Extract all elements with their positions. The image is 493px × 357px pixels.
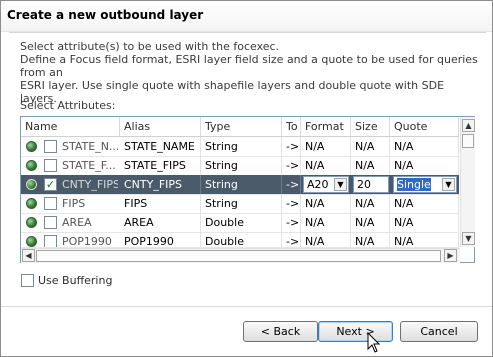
column-header-to[interactable]: To [282, 117, 301, 136]
column-header-format[interactable]: Format [301, 117, 351, 136]
arrow-up-icon[interactable]: ▲ [462, 119, 475, 132]
table-row[interactable]: STATE_N... STATE_NAME String -> N/A N/A … [21, 137, 459, 157]
row-checkbox[interactable]: ✓ [44, 178, 57, 191]
row-alias[interactable]: STATE_FIPS [120, 156, 201, 175]
next-button[interactable]: Next > [318, 321, 393, 342]
table-row[interactable]: FIPS FIPS String -> N/A N/A N/A [21, 194, 459, 214]
column-header-type[interactable]: Type [201, 117, 282, 136]
row-to: -> [282, 137, 301, 156]
row-quote[interactable]: N/A [390, 213, 459, 232]
green-globe-icon [26, 217, 37, 228]
row-format[interactable]: N/A [301, 194, 351, 213]
row-checkbox[interactable] [44, 140, 57, 153]
chevron-down-icon[interactable]: ▼ [334, 178, 347, 191]
row-name: AREA [62, 216, 92, 229]
row-size[interactable]: N/A [351, 194, 390, 213]
row-type: String [201, 137, 282, 156]
use-buffering-checkbox[interactable] [21, 274, 34, 287]
row-alias[interactable]: CNTY_FIPS [120, 175, 201, 194]
row-alias[interactable]: STATE_NAME [120, 137, 201, 156]
column-header-quote[interactable]: Quote [390, 117, 459, 136]
row-type: Double [201, 213, 282, 232]
row-quote[interactable]: N/A [390, 194, 459, 213]
description: Select attribute(s) to be used with the … [20, 40, 480, 105]
attributes-grid: Name Alias Type To Format Size Quote STA… [20, 116, 475, 263]
row-quote[interactable]: N/A [390, 232, 459, 247]
row-quote[interactable]: N/A [390, 156, 459, 175]
row-name: STATE_F... [62, 159, 116, 172]
description-line: Select attribute(s) to be used with the … [20, 40, 280, 53]
row-checkbox[interactable] [44, 197, 57, 210]
row-format[interactable]: N/A [301, 213, 351, 232]
quote-dropdown[interactable]: Single ▼ [393, 176, 457, 193]
row-checkbox[interactable] [44, 235, 57, 247]
grid-header: Name Alias Type To Format Size Quote [21, 117, 459, 137]
back-button[interactable]: < Back [243, 321, 318, 342]
row-type: String [201, 175, 282, 194]
horizontal-scroll-thumb[interactable] [36, 250, 441, 262]
dialog-title: Create a new outbound layer [7, 8, 204, 22]
column-header-alias[interactable]: Alias [120, 117, 201, 136]
row-size[interactable]: N/A [351, 213, 390, 232]
vertical-scrollbar[interactable]: ▲ ▼ [460, 117, 475, 247]
row-name: POP1990 [62, 235, 112, 248]
arrow-down-icon[interactable]: ▼ [462, 232, 475, 245]
row-size[interactable]: N/A [351, 232, 390, 247]
green-globe-icon [26, 160, 37, 171]
footer-separator [1, 306, 492, 307]
outbound-layer-dialog: Create a new outbound layer Select attri… [0, 0, 493, 357]
size-field[interactable]: 20 [353, 176, 389, 193]
row-to: -> [282, 232, 301, 247]
green-globe-icon [26, 198, 37, 209]
row-type: String [201, 156, 282, 175]
row-format[interactable]: N/A [301, 156, 351, 175]
row-type: Double [201, 232, 282, 247]
row-name: CNTY_FIPS [62, 178, 118, 191]
row-alias[interactable]: POP1990 [120, 232, 201, 247]
green-globe-icon [26, 236, 37, 247]
arrow-right-icon[interactable]: ▶ [444, 249, 457, 262]
row-alias[interactable]: AREA [120, 213, 201, 232]
arrow-left-icon[interactable]: ◀ [22, 249, 35, 262]
use-buffering-label: Use Buffering [38, 274, 113, 287]
row-to: -> [282, 156, 301, 175]
row-format[interactable]: N/A [301, 232, 351, 247]
row-type: String [201, 194, 282, 213]
row-checkbox[interactable] [44, 216, 57, 229]
column-header-name[interactable]: Name [21, 117, 120, 136]
cancel-button[interactable]: Cancel [400, 321, 478, 342]
column-header-size[interactable]: Size [351, 117, 390, 136]
chevron-down-icon[interactable]: ▼ [442, 178, 455, 191]
row-alias[interactable]: FIPS [120, 194, 201, 213]
quote-value: Single [397, 178, 431, 191]
row-name: STATE_N... [62, 140, 118, 153]
table-row[interactable]: STATE_F... STATE_FIPS String -> N/A N/A … [21, 156, 459, 176]
row-to: -> [282, 194, 301, 213]
format-value: A20 [307, 178, 329, 191]
vertical-scroll-thumb[interactable] [462, 134, 474, 148]
row-quote[interactable]: N/A [390, 137, 459, 156]
green-globe-icon [26, 141, 37, 152]
table-row-selected[interactable]: ✓ CNTY_FIPS CNTY_FIPS String -> A20 ▼ 20… [21, 175, 459, 195]
row-size[interactable]: N/A [351, 156, 390, 175]
mouse-pointer-icon [367, 332, 381, 353]
row-size[interactable]: N/A [351, 137, 390, 156]
row-format[interactable]: N/A [301, 137, 351, 156]
row-to: -> [282, 213, 301, 232]
horizontal-scrollbar[interactable]: ◀ ▶ [21, 248, 460, 263]
row-name: FIPS [62, 197, 86, 210]
title-bar: Create a new outbound layer [1, 1, 492, 32]
select-attributes-label: Select Attributes: [20, 99, 116, 112]
title-separator [9, 32, 486, 33]
format-dropdown[interactable]: A20 ▼ [303, 176, 349, 193]
description-line: Define a Focus field format, ESRI layer … [20, 53, 478, 79]
row-to: -> [282, 175, 301, 194]
row-checkbox[interactable] [44, 159, 57, 172]
green-globe-icon [26, 179, 37, 190]
table-row[interactable]: POP1990 POP1990 Double -> N/A N/A N/A [21, 232, 459, 248]
table-row[interactable]: AREA AREA Double -> N/A N/A N/A [21, 213, 459, 233]
